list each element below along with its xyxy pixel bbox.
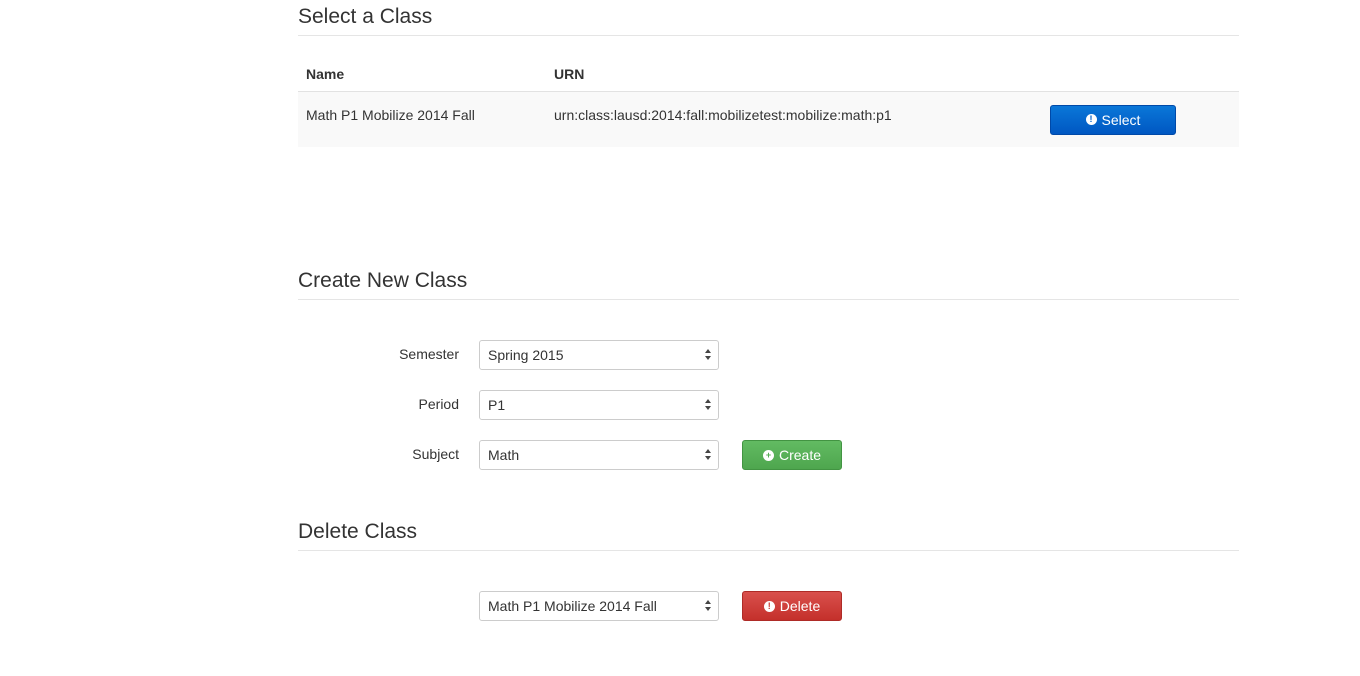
class-action-cell: ! Select	[1042, 91, 1239, 147]
create-class-heading: Create New Class	[298, 269, 468, 292]
select-arrows-icon	[705, 449, 712, 461]
create-button[interactable]: + Create	[742, 440, 842, 470]
delete-button-label: Delete	[779, 598, 821, 614]
semester-select-value: Spring 2015	[488, 347, 564, 363]
delete-class-select[interactable]: Math P1 Mobilize 2014 Fall	[479, 591, 719, 621]
column-header-urn: URN	[546, 56, 1042, 92]
delete-class-heading: Delete Class	[298, 520, 418, 543]
subject-select-value: Math	[488, 447, 520, 463]
delete-button[interactable]: ! Delete	[742, 591, 842, 621]
semester-label: Semester	[399, 346, 459, 362]
period-select-value: P1	[488, 397, 506, 413]
select-button[interactable]: ! Select	[1050, 104, 1176, 135]
class-table: Name URN Math P1 Mobilize 2014 Fall urn:…	[298, 56, 1239, 147]
select-button-label: Select	[1101, 111, 1141, 128]
select-arrows-icon	[705, 399, 712, 411]
class-urn-cell: urn:class:lausd:2014:fall:mobilizetest:m…	[546, 91, 1042, 147]
create-button-label: Create	[778, 447, 822, 463]
create-class-divider	[298, 299, 1239, 300]
exclamation-circle-icon: !	[763, 600, 775, 612]
column-header-action	[1042, 56, 1239, 92]
delete-class-divider	[298, 550, 1239, 551]
delete-class-select-value: Math P1 Mobilize 2014 Fall	[488, 598, 657, 614]
semester-select[interactable]: Spring 2015	[479, 340, 719, 370]
select-class-heading: Select a Class	[298, 5, 433, 28]
period-select[interactable]: P1	[479, 390, 719, 420]
class-name-cell: Math P1 Mobilize 2014 Fall	[298, 91, 546, 147]
period-label: Period	[418, 396, 459, 412]
table-header-row: Name URN	[298, 56, 1239, 92]
exclamation-circle-icon: !	[1085, 114, 1097, 125]
select-arrows-icon	[705, 349, 712, 361]
table-row: Math P1 Mobilize 2014 Fall urn:class:lau…	[298, 91, 1239, 147]
select-class-divider	[298, 35, 1239, 36]
plus-circle-icon: +	[762, 449, 774, 461]
subject-label: Subject	[412, 446, 459, 462]
column-header-name: Name	[298, 56, 546, 92]
select-arrows-icon	[705, 600, 712, 612]
subject-select[interactable]: Math	[479, 440, 719, 470]
